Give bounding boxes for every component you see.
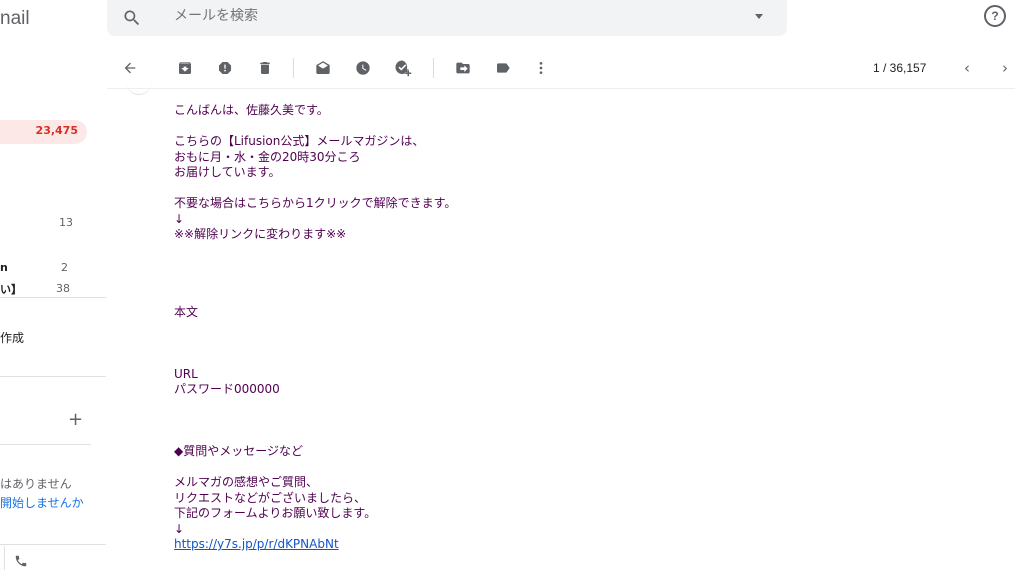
email-line: 本文 (174, 304, 199, 319)
email-line: 不要な場合はこちらから1クリックで解除できます。 (174, 196, 457, 210)
gmail-logo[interactable]: nail (0, 8, 30, 30)
divider (0, 297, 106, 298)
email-line (174, 336, 974, 352)
sidebar-item-count[interactable]: 13 (59, 216, 73, 229)
email-line (174, 243, 974, 259)
email-line: 下記のフォームよりお願い致します。 (174, 506, 377, 520)
move-to-icon[interactable] (453, 58, 473, 78)
create-label-link[interactable]: 作成 (0, 329, 24, 346)
chevron-right-icon[interactable]: › (1002, 59, 1008, 77)
divider (433, 58, 434, 78)
email-line: こんばんは、佐藤久美です。 (174, 103, 329, 117)
sidebar-item-count[interactable]: 38 (56, 282, 70, 295)
email-line (174, 460, 974, 476)
back-arrow-icon[interactable] (120, 58, 140, 78)
divider (4, 546, 5, 570)
delete-icon[interactable] (255, 58, 275, 78)
divider (0, 544, 106, 545)
email-line: リクエストなどがございましたら、 (174, 490, 367, 505)
email-line: ↓ (174, 521, 185, 536)
email-line: ↓ (174, 211, 185, 226)
search-input[interactable] (174, 8, 674, 24)
label-icon[interactable] (493, 58, 513, 78)
chevron-left-icon[interactable]: ‹ (964, 59, 970, 77)
email-line (174, 274, 974, 290)
inbox-unread-count: 23,475 (35, 124, 78, 137)
email-line: メルマガの感想やご質問、 (174, 475, 319, 489)
help-icon[interactable]: ? (984, 5, 1006, 27)
email-line: URL (174, 366, 198, 381)
avatar (126, 80, 152, 95)
email-line: パスワード000000 (174, 382, 280, 396)
hangouts-empty-text: はありません (0, 477, 72, 491)
email-line: お届けしています。 (174, 165, 281, 179)
email-line (174, 181, 974, 197)
sidebar-item-count[interactable]: 2 (61, 261, 68, 274)
divider (293, 58, 294, 78)
email-line (174, 429, 974, 445)
snooze-icon[interactable] (353, 58, 373, 78)
more-vert-icon[interactable] (531, 58, 551, 78)
email-line (174, 289, 974, 305)
message-toolbar: 1 / 36,157 ‹ › (107, 50, 1015, 89)
hangouts-start-link[interactable]: 開始しませんか (0, 494, 84, 511)
email-line (174, 320, 974, 336)
report-spam-icon[interactable] (215, 58, 235, 78)
email-line (174, 258, 974, 274)
dropdown-caret-icon[interactable] (755, 14, 763, 19)
email-body: こんばんは、佐藤久美です。 こちらの【Lifusion公式】メールマガジンは、 … (174, 103, 974, 553)
email-line (174, 413, 974, 429)
plus-icon[interactable]: + (68, 411, 83, 429)
email-line (174, 119, 974, 135)
phone-icon[interactable] (14, 554, 28, 572)
email-line: ※※解除リンクに変わります※※ (174, 227, 347, 241)
search-bar[interactable] (107, 0, 787, 36)
email-line (174, 398, 974, 414)
divider (0, 444, 91, 445)
sidebar: nail 23,475 13 n 2 い】 38 作成 + はありません 開始し… (0, 0, 106, 570)
email-link[interactable]: https://y7s.jp/p/r/dKPNAbNt (174, 537, 339, 551)
sidebar-item-inbox[interactable]: 23,475 (0, 120, 87, 144)
email-line: こちらの【Lifusion公式】メールマガジンは、 (174, 134, 425, 148)
email-line (174, 351, 974, 367)
add-task-icon[interactable] (393, 58, 413, 78)
archive-icon[interactable] (175, 58, 195, 78)
sidebar-item-label[interactable]: n (0, 261, 8, 274)
divider (0, 376, 106, 377)
sidebar-item-label[interactable]: い】 (0, 281, 22, 297)
mark-unread-icon[interactable] (313, 58, 333, 78)
email-line: おもに月・水・金の20時30分ころ (174, 149, 361, 164)
email-line: ◆質問やメッセージなど (174, 444, 303, 458)
page-info: 1 / 36,157 (873, 61, 927, 75)
